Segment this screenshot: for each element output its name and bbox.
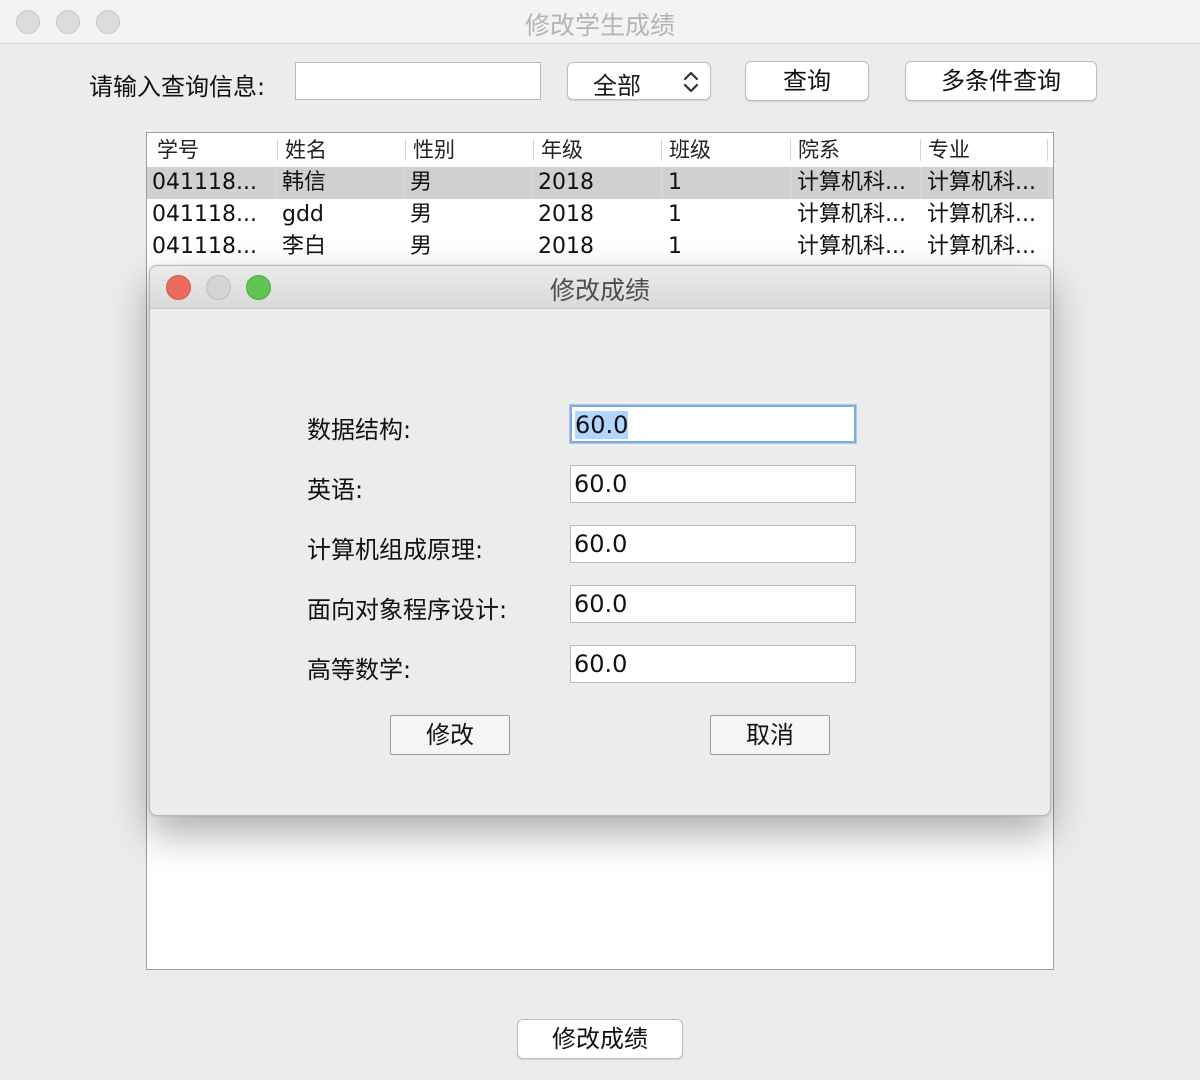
data-structures-input[interactable]: 60.0 [570,405,856,443]
cancel-button[interactable]: 取消 [710,715,830,755]
filter-select[interactable]: 全部 [567,62,711,100]
field-label-advanced-math: 高等数学: [307,656,412,684]
cell-major: 计算机科... [922,167,1048,199]
cell-grade: 2018 [538,234,594,259]
cell-department: 计算机科... [792,167,920,199]
column-header-student-id[interactable]: 学号 [147,135,277,165]
cell-major: 计算机科... [927,202,1036,227]
cell-student-id: 041118... [152,202,257,227]
selected-text: 60.0 [575,411,629,439]
cell-major: 计算机科... [927,234,1036,259]
cell-student-id: 041118... [152,234,257,259]
table-row[interactable]: 041118... gdd 男 2018 1 计算机科... 计算机科... [147,199,1053,231]
column-header-name[interactable]: 姓名 [275,135,403,165]
cell-name: gdd [282,202,324,227]
field-label-data-structures: 数据结构: [307,416,412,444]
table-header: 学号 姓名 性别 年级 班级 院系 专业 [147,133,1053,167]
window-title: 修改学生成绩 [524,11,675,40]
table-row[interactable]: 041118... 韩信 男 2018 1 计算机科... 计算机科... [147,167,1053,199]
field-label-oop: 面向对象程序设计: [307,596,508,624]
column-divider [1047,139,1048,161]
cell-student-id: 041118... [147,167,275,199]
column-header-gender[interactable]: 性别 [403,135,531,165]
cell-grade: 2018 [533,167,661,199]
confirm-edit-button[interactable]: 修改 [390,715,510,755]
dialog-titlebar[interactable]: 修改成绩 [150,266,1050,309]
oop-input[interactable]: 60.0 [570,585,856,623]
main-titlebar: 修改学生成绩 [0,0,1200,44]
query-button[interactable]: 查询 [745,61,869,101]
cell-department: 计算机科... [797,202,906,227]
edit-scores-button[interactable]: 修改成绩 [517,1019,683,1059]
cell-gender: 男 [410,234,433,259]
filter-select-value: 全部 [593,72,641,100]
table-row[interactable]: 041118... 李白 男 2018 1 计算机科... 计算机科... [147,231,1053,263]
cell-class: 1 [663,167,790,199]
cell-name: 韩信 [277,167,403,199]
column-header-class[interactable]: 班级 [659,135,789,165]
dialog-title: 修改成绩 [549,276,650,305]
search-input[interactable] [295,62,541,100]
column-header-major[interactable]: 专业 [918,135,1048,165]
cell-class: 1 [668,234,682,259]
multi-condition-query-button[interactable]: 多条件查询 [905,61,1097,101]
field-label-computer-organization: 计算机组成原理: [307,536,484,564]
column-header-grade[interactable]: 年级 [531,135,659,165]
cell-name: 李白 [282,234,327,259]
cell-gender: 男 [410,202,433,227]
column-header-department[interactable]: 院系 [788,135,918,165]
field-label-english: 英语: [307,476,364,504]
cell-gender: 男 [405,167,531,199]
computer-organization-input[interactable]: 60.0 [570,525,856,563]
cell-department: 计算机科... [797,234,906,259]
advanced-math-input[interactable]: 60.0 [570,645,856,683]
english-input[interactable]: 60.0 [570,465,856,503]
edit-scores-dialog: 修改成绩 数据结构: 60.0 英语: 60.0 计算机组成原理: 60.0 面… [149,265,1051,816]
cell-grade: 2018 [538,202,594,227]
cell-class: 1 [668,202,682,227]
chevron-updown-icon [683,71,699,93]
search-label: 请输入查询信息: [89,73,266,101]
